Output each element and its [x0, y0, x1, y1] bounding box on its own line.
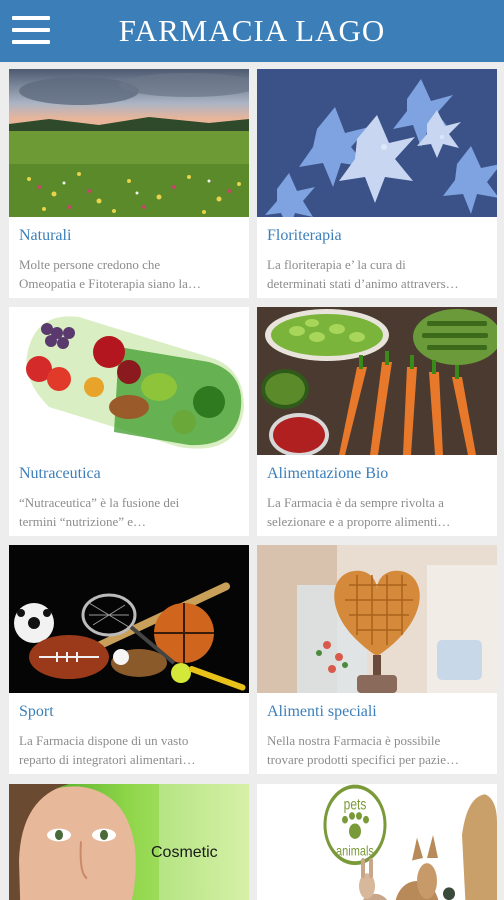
category-card-pets[interactable]: pets animals	[257, 784, 497, 900]
svg-text:pets: pets	[344, 796, 367, 813]
cosmetic-face-image: Cosmetic	[9, 784, 249, 900]
category-card-nutraceutica[interactable]: Nutraceutica “Nutraceutica” è la fusione…	[9, 307, 249, 536]
card-title: Floriterapia	[267, 227, 342, 244]
svg-text:animals: animals	[336, 843, 374, 859]
card-description: “Nutraceutica” è la fusione dei termini “…	[19, 495, 180, 529]
card-title: Sport	[19, 703, 54, 720]
cosmetic-image-label: Cosmetic	[151, 844, 218, 861]
card-description: La Farmacia è da sempre rivolta a selezio…	[267, 495, 451, 529]
pets-animals-image: pets animals	[257, 784, 497, 900]
sports-equipment-image	[9, 545, 249, 693]
category-card-sport[interactable]: Sport La Farmacia dispone di un vasto rep…	[9, 545, 249, 774]
card-description: La Farmacia dispone di un vasto reparto d…	[19, 733, 196, 767]
fruit-capsule-image	[9, 307, 249, 455]
card-description: Molte persone credono che Omeopatia e Fit…	[19, 257, 201, 291]
category-card-alimenti-speciali[interactable]: Alimenti speciali Nella nostra Farmacia …	[257, 545, 497, 774]
category-card-naturali[interactable]: Naturali Molte persone credono che Omeopa…	[9, 69, 249, 298]
category-card-floriterapia[interactable]: Floriterapia La floriterapia e’ la cura …	[257, 69, 497, 298]
app-header: FARMACIA LAGO	[0, 0, 504, 62]
meadow-image	[9, 69, 249, 217]
vegetables-image	[257, 307, 497, 455]
category-card-cosmetic[interactable]: Cosmetic	[9, 784, 249, 900]
card-description: La floriterapia e’ la cura di determinati…	[267, 257, 459, 291]
card-title: Alimentazione Bio	[267, 465, 389, 482]
card-title: Naturali	[19, 227, 72, 244]
app-title: FARMACIA LAGO	[118, 13, 386, 48]
card-description: Nella nostra Farmacia è possibile trovare…	[267, 733, 460, 767]
card-title: Alimenti speciali	[267, 703, 377, 720]
heart-waffle-image	[257, 545, 497, 693]
category-card-alimentazione-bio[interactable]: Alimentazione Bio La Farmacia è da sempr…	[257, 307, 497, 536]
card-title: Nutraceutica	[19, 465, 101, 482]
blue-flowers-image	[257, 69, 497, 217]
